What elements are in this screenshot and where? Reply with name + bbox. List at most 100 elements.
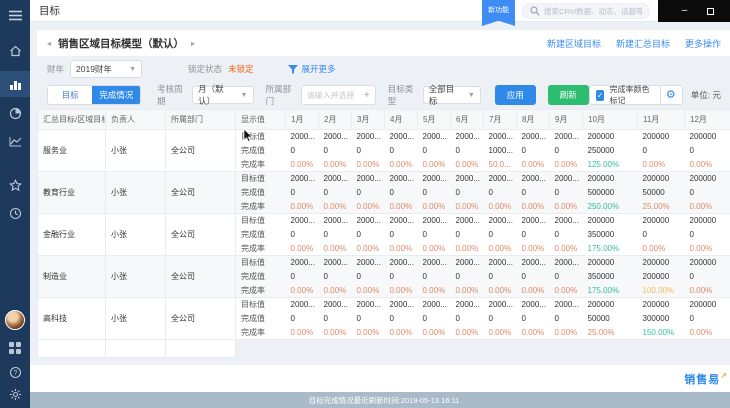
rate-cell: 0.00% xyxy=(689,159,713,169)
gear-icon[interactable] xyxy=(0,384,30,404)
goal-type-value: 全部目标 xyxy=(428,84,455,106)
topbar: 目标 新功能 – xyxy=(30,0,730,26)
target-cell: 2000... xyxy=(285,297,319,312)
avatar[interactable] xyxy=(0,310,30,330)
rate-cell: 0.00% xyxy=(422,327,446,337)
refresh-button[interactable]: 刷新 xyxy=(547,85,589,105)
global-search[interactable] xyxy=(522,3,650,19)
actual-cell: 0 xyxy=(422,146,427,155)
group-owner: 小张 xyxy=(105,213,166,256)
new-region-goal-link[interactable]: 新建区域目标 xyxy=(547,37,601,50)
target-cell: 2000... xyxy=(516,255,550,270)
tab-target[interactable]: 目标 xyxy=(48,86,93,104)
minimize-icon[interactable]: – xyxy=(682,6,688,16)
home-icon[interactable] xyxy=(0,41,30,61)
group-owner: 小张 xyxy=(105,255,166,298)
target-cell: 2000... xyxy=(483,255,517,270)
row-label: 完成值 xyxy=(235,269,286,284)
rate-cell: 0.00% xyxy=(323,159,347,169)
rate-cell: 0.00% xyxy=(450,283,484,298)
target-cell: 2000... xyxy=(483,213,517,228)
next-model-icon[interactable]: ▸ xyxy=(191,39,195,48)
rate-cell: 0.00% xyxy=(356,327,380,337)
search-input[interactable] xyxy=(544,6,642,16)
target-cell: 2000... xyxy=(318,297,352,312)
period-select[interactable]: 月（默认） ▼ xyxy=(192,84,254,106)
goal-table-wrap: 汇总目标/区域目标 负责人 所属部门 显示值 1月 2月 3月 4月 5月 6月 7月 8月 9月 10月… xyxy=(37,109,730,358)
more-actions-link[interactable]: 更多操作 xyxy=(685,37,721,50)
table-row: 高科技 小张 全公司 目标值 2000... 2000... 2000... 2000... 2… xyxy=(37,297,730,340)
period-value: 月（默认） xyxy=(198,84,224,106)
footer-band: 销售易↗ xyxy=(30,365,730,392)
actual-cell: 0 xyxy=(483,185,517,200)
target-cell: 2000... xyxy=(549,213,583,228)
column-header: 2月 xyxy=(318,109,352,130)
tab-completion[interactable]: 完成情况 xyxy=(92,86,141,104)
actual-cell: 0 xyxy=(455,146,460,155)
rate-cell: 0.00% xyxy=(389,159,413,169)
xiaoshouyi-logo: 销售易↗ xyxy=(684,370,728,386)
fiscal-year-value: 2019财年 xyxy=(76,64,112,74)
target-cell: 2000... xyxy=(483,129,517,144)
row-label: 完成值 xyxy=(241,146,265,155)
apply-button[interactable]: 应用 xyxy=(494,85,536,105)
rate-cell: 0.00% xyxy=(521,327,545,337)
star-icon[interactable] xyxy=(0,175,30,195)
new-summary-goal-link[interactable]: 新建汇总目标 xyxy=(616,37,670,50)
actual-cell: 0 xyxy=(450,185,484,200)
pie-chart-icon[interactable] xyxy=(0,103,30,123)
add-icon[interactable]: + xyxy=(364,90,370,101)
column-header: 10月 xyxy=(582,109,638,130)
goal-type-select[interactable]: 全部目标 ▼ xyxy=(422,84,481,106)
clock-icon[interactable] xyxy=(0,203,30,223)
expand-more-button[interactable]: 展开更多 xyxy=(287,63,336,75)
actual-cell: 0 xyxy=(285,185,319,200)
target-cell: 2000... xyxy=(351,129,385,144)
actual-cell: 0 xyxy=(384,269,418,284)
rate-cell: 0.00% xyxy=(318,283,352,298)
table-row: 制造业 小张 全公司 目标值 2000... 2000... 2000... 2000... 2… xyxy=(37,255,730,298)
line-chart-icon[interactable] xyxy=(0,131,30,151)
goal-type-label: 目标类型 xyxy=(387,84,414,106)
settings-gear-icon[interactable]: ⚙ xyxy=(666,89,676,101)
fiscal-year-select[interactable]: 2019财年 ▼ xyxy=(70,60,143,78)
rate-color-label: 完成率颜色标记 xyxy=(609,85,650,105)
target-cell: 2000... xyxy=(417,129,451,144)
rate-cell: 150.00% xyxy=(642,327,675,337)
actual-cell: 0 xyxy=(450,269,484,284)
actual-cell: 0 xyxy=(318,269,352,284)
target-cell: 200000 xyxy=(637,171,685,186)
target-cell: 2000... xyxy=(417,213,451,228)
rate-color-checkbox[interactable]: ✓ xyxy=(595,89,605,101)
fiscal-year-label: 财年 xyxy=(47,64,65,74)
department-input[interactable]: + xyxy=(300,85,376,105)
menu-icon[interactable] xyxy=(0,5,30,25)
group-owner: 小张 xyxy=(105,171,166,214)
row-label: 目标值 xyxy=(235,297,286,312)
target-cell: 2000... xyxy=(285,129,319,144)
department-field[interactable] xyxy=(306,90,364,100)
column-header: 所属部门 xyxy=(165,109,236,130)
logo-arrow-icon: ↗ xyxy=(720,370,728,380)
prev-model-icon[interactable]: ◂ xyxy=(47,39,51,48)
actual-cell: 0 xyxy=(684,269,730,284)
rate-cell: 0.00% xyxy=(318,199,352,214)
empty-cell xyxy=(165,339,236,358)
actual-cell: 0 xyxy=(318,185,352,200)
actual-cell: 0 xyxy=(323,230,328,239)
rate-color-mark-control: ✓ 完成率颜色标记 ⚙ xyxy=(588,85,683,105)
target-cell: 2000... xyxy=(450,171,484,186)
column-header: 7月 xyxy=(483,109,517,130)
grid-icon[interactable] xyxy=(0,338,30,358)
group-dept: 全公司 xyxy=(165,255,236,298)
bar-chart-icon[interactable] xyxy=(0,71,30,97)
actual-cell: 0 xyxy=(554,230,559,239)
help-icon[interactable]: ? xyxy=(0,362,30,382)
column-header: 8月 xyxy=(516,109,550,130)
maximize-icon[interactable] xyxy=(707,7,715,15)
target-cell: 200000 xyxy=(637,213,685,228)
rate-cell: 0.00% xyxy=(285,283,319,298)
target-cell: 200000 xyxy=(684,213,730,228)
actual-cell: 0 xyxy=(689,314,694,323)
group-name: 教育行业 xyxy=(37,171,106,214)
